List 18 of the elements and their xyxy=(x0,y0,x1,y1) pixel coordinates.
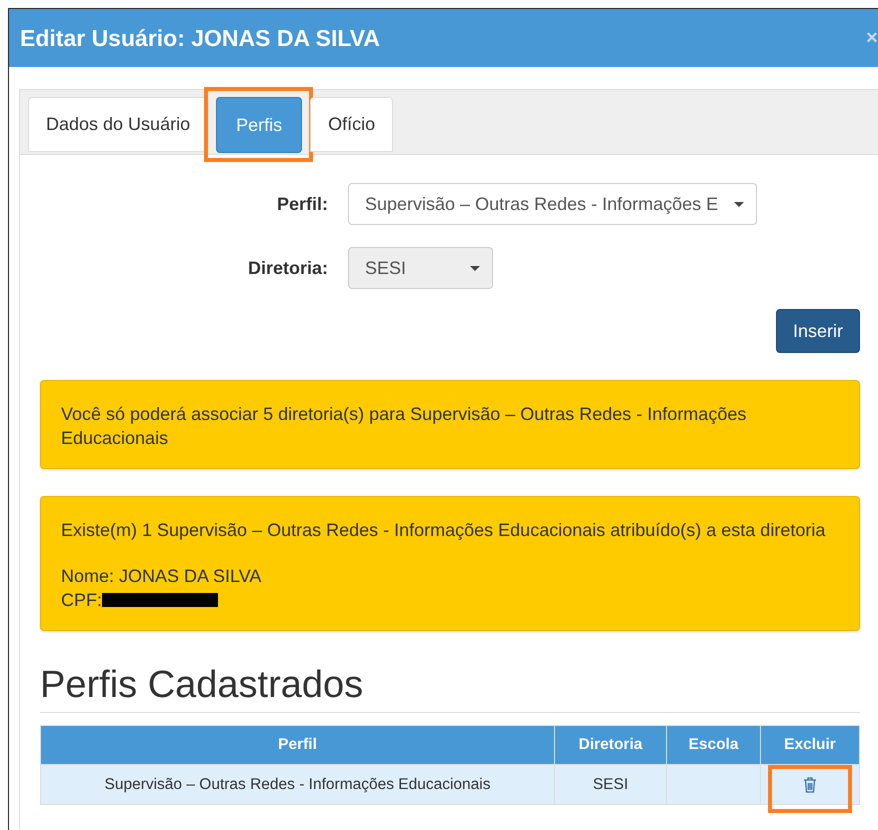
column-header: Escola xyxy=(666,726,760,764)
section-heading: Perfis Cadastrados xyxy=(40,664,860,713)
insert-button[interactable]: Inserir xyxy=(776,309,860,353)
table-cell: Supervisão – Outras Redes - Informações Educacionais xyxy=(40,764,554,804)
alert-text: Você só poderá associar 5 diretoria(s) para Supervisão – Outras Redes - Informações Educacionais xyxy=(61,404,746,448)
tab[interactable]: Ofício xyxy=(310,97,394,152)
trash-icon[interactable] xyxy=(803,776,817,792)
dialog-title: Editar Usuário: JONAS DA SILVA xyxy=(20,24,380,52)
table-cell: SESI xyxy=(554,764,666,804)
column-header: Diretoria xyxy=(554,726,666,764)
column-header: Excluir xyxy=(760,726,860,764)
alert-text: CPF: xyxy=(61,590,102,610)
alert-text: Nome: JONAS DA SILVA xyxy=(61,566,262,586)
alert-text: Existe(m) 1 Supervisão – Outras Redes - Informações Educacionais atribuído(s) a esta diretoria xyxy=(61,520,826,540)
column-header: Perfil xyxy=(40,726,554,764)
field-label: Diretoria: xyxy=(246,258,329,278)
dropdown[interactable]: Supervisão – Outras Redes - Informações E xyxy=(348,183,757,225)
field-label: Perfil: xyxy=(276,194,329,214)
